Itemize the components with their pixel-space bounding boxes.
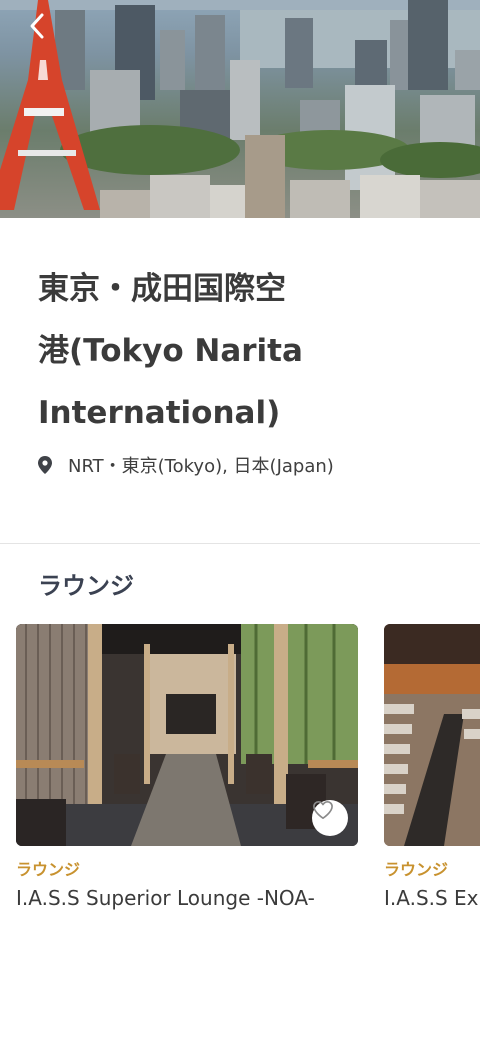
lounge-interior-illustration bbox=[16, 624, 358, 846]
lounge-card[interactable]: ラウンジ I.A.S.S Ex bbox=[384, 624, 480, 910]
city-skyline-illustration bbox=[0, 0, 480, 218]
heart-outline-icon bbox=[313, 801, 333, 819]
airport-title-line-3: International) bbox=[38, 395, 281, 431]
lounges-section-title: ラウンジ bbox=[38, 572, 134, 600]
airport-location-text: NRT・東京(Tokyo), 日本(Japan) bbox=[68, 456, 334, 477]
airport-location: NRT・東京(Tokyo), 日本(Japan) bbox=[38, 452, 334, 478]
lounge-card-name: I.A.S.S Superior Lounge -NOA- bbox=[16, 886, 315, 910]
favorite-button[interactable] bbox=[312, 800, 348, 836]
lounge-card-category: ラウンジ bbox=[16, 860, 81, 879]
airport-title-line-2: 港(Tokyo Narita bbox=[38, 333, 303, 369]
chevron-left-icon bbox=[30, 13, 44, 39]
back-button[interactable] bbox=[28, 12, 62, 46]
lounge-card-name: I.A.S.S Ex bbox=[384, 886, 479, 910]
lounge-card[interactable]: ラウンジ I.A.S.S Superior Lounge -NOA- bbox=[16, 624, 358, 910]
airport-detail-page: 東京・成田国際空 港(Tokyo Narita International) N… bbox=[0, 0, 480, 1046]
airport-title-line-1: 東京・成田国際空 bbox=[38, 271, 286, 307]
lounge-interior-illustration bbox=[384, 624, 480, 846]
airport-title: 東京・成田国際空 港(Tokyo Narita International) bbox=[38, 258, 448, 444]
section-divider bbox=[0, 543, 480, 544]
lounge-card-image bbox=[384, 624, 480, 846]
lounge-card-image bbox=[16, 624, 358, 846]
hero-image bbox=[0, 0, 480, 218]
lounge-card-category: ラウンジ bbox=[384, 860, 449, 879]
map-pin-icon bbox=[38, 454, 56, 476]
